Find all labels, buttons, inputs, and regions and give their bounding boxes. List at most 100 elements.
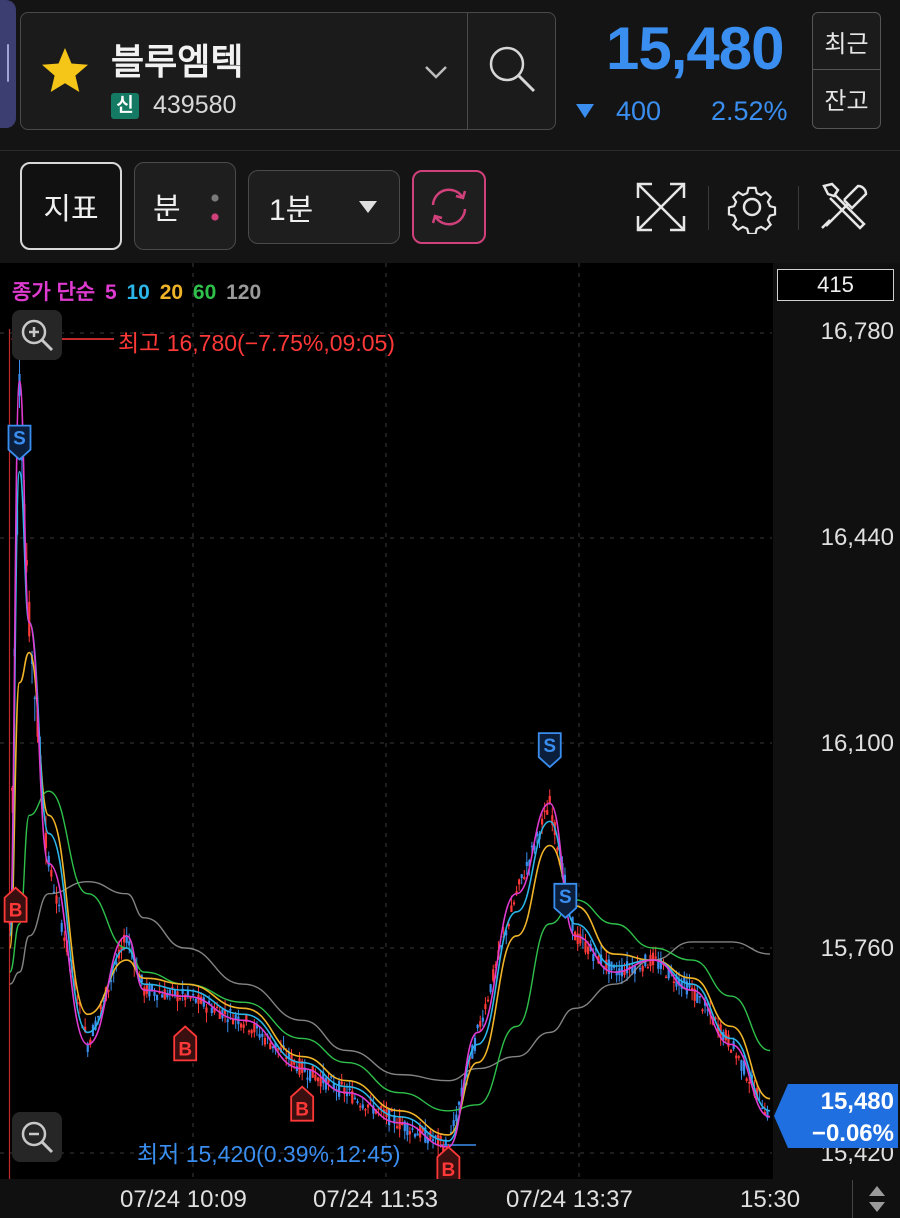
indicator-button[interactable]: 지표 [20,162,122,250]
candle-body [737,1056,740,1058]
price-change: 400 [616,96,662,126]
candle-body [520,874,523,879]
candle-body [364,1108,367,1111]
candle-body [452,1120,455,1127]
candle-body [659,958,662,969]
stock-selector[interactable]: 블루엠텍 신 439580 [20,12,556,130]
x-tick-label: 15:30 [740,1186,801,1213]
current-price-tag-value: 15,480 [820,1088,894,1115]
balance-button[interactable]: 잔고 [813,70,880,127]
candle-body [356,1101,359,1103]
candle-body [205,1007,208,1013]
candle-body [216,1006,219,1009]
candle-body [479,1021,482,1027]
current-price: 15,480 [606,15,785,82]
candle-body [239,1023,243,1028]
candle-body [316,1077,320,1082]
candle-body [86,1044,89,1053]
candle-body [701,1009,704,1012]
candle-body [60,922,63,932]
buy-signal-label: B [178,1039,192,1060]
price-chart: B S B B B S S [0,263,772,1179]
candle-body [408,1131,412,1135]
candle-body [258,1034,261,1038]
chevron-down-icon[interactable] [421,57,451,87]
candle-body [234,1014,237,1020]
ma120-line [9,880,771,1082]
candle-body [698,996,701,998]
search-button[interactable] [467,13,555,129]
candle-body [163,989,166,1000]
period-button[interactable]: 분 [134,162,236,250]
candle-body [586,946,590,954]
candle-body [340,1081,343,1085]
candle-body [353,1097,357,1100]
up-down-arrows-icon [869,1186,885,1212]
toolbar-separator [798,186,799,230]
search-icon [489,46,536,93]
candle-body [641,965,644,972]
low-price-label: 최저 15,420(0.39%,12:45) [137,1141,401,1167]
more-dots-icon [211,194,219,221]
candle-body [431,1139,435,1141]
current-price-tag-change: −0.06% [811,1120,894,1147]
candle-body [143,987,146,996]
candle-body [735,1055,738,1059]
candle-body [153,991,156,996]
candle-body [625,961,629,974]
candle-body [523,876,526,879]
recent-button[interactable]: 최근 [813,13,880,70]
candle-body [253,1023,256,1033]
scroll-arrows[interactable] [852,1180,900,1218]
candle-body [261,1033,264,1037]
candle-body [58,904,61,907]
candle-body [406,1123,409,1136]
candle-body [192,994,195,996]
side-drawer-handle[interactable] [0,0,16,128]
tools-icon[interactable] [818,180,872,234]
candle-body [337,1080,341,1097]
listing-badge: 신 [111,93,139,119]
candle-body [457,1101,461,1105]
candle-body [481,1017,484,1022]
candle-body [263,1037,267,1045]
candle-body [226,1019,229,1023]
candle-body [194,998,197,1003]
candle-body [145,983,148,994]
gear-icon[interactable] [725,180,779,234]
star-icon[interactable] [39,45,91,97]
candle-body [33,697,36,700]
refresh-button[interactable] [412,170,486,244]
header-divider [0,150,900,151]
candle-body [247,1030,251,1033]
candle-body [63,937,66,941]
stock-name: 블루엠텍 [111,41,244,82]
y-tick-label: 16,440 [820,524,894,551]
interval-dropdown[interactable]: 1분 [248,170,400,244]
zoom-in-button[interactable] [12,310,62,360]
candle-body [486,999,490,1002]
candle-body [584,941,587,953]
candle-body [366,1104,370,1108]
candle-body [319,1077,322,1087]
dropdown-caret-icon [359,201,377,213]
x-tick-label: 07/24 13:37 [506,1186,633,1213]
interval-label: 1분 [269,194,314,227]
candle-body [556,847,559,851]
sell-signal-label: S [13,429,26,450]
candle-body [155,994,159,1001]
side-button-group: 최근 잔고 [812,12,881,129]
candle-body [729,1049,733,1053]
candle-body [361,1104,364,1109]
candle-body [525,861,528,867]
period-label: 분 [153,193,181,226]
candle-body [476,1024,479,1029]
sell-signal-label: S [559,887,572,908]
candle-body [189,997,192,999]
expand-icon[interactable] [634,180,688,234]
zoom-in-icon [21,319,54,352]
candle-body [178,997,182,1000]
candle-body [125,936,128,944]
refresh-icon [431,188,467,226]
zoom-out-button[interactable] [12,1112,62,1162]
